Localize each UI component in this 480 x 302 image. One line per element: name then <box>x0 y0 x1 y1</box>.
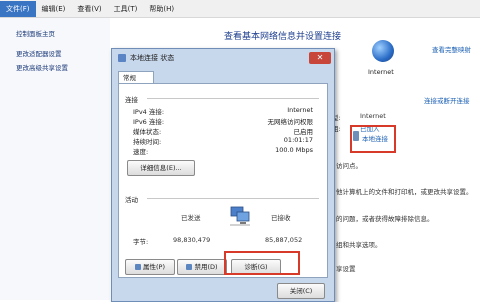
dialog-title-bar[interactable]: 本地连接 状态 ✕ <box>112 49 334 67</box>
duration-value: 01:01:17 <box>283 136 313 144</box>
page-title: 查看基本网络信息并设置连接 <box>224 32 342 42</box>
menu-help[interactable]: 帮助(H) <box>143 1 180 17</box>
access-type-value: Internet <box>360 112 386 120</box>
ipv4-label: IPv4 连接: <box>133 108 165 116</box>
media-state-value: 已启用 <box>293 128 314 136</box>
partial-text-2: 他计算机上的文件和打印机，或更改共享设置。 <box>336 188 473 196</box>
control-panel-home-link[interactable]: 控制面板主页 <box>16 28 55 38</box>
menu-bar: 文件(F) 编辑(E) 查看(V) 工具(T) 帮助(H) <box>0 0 480 18</box>
bytes-received-value: 85,887,052 <box>265 236 303 244</box>
media-state-label: 媒体状态: <box>133 128 162 136</box>
highlight-box-diagnose <box>224 251 300 275</box>
dialog-title: 本地连接 状态 <box>130 54 175 62</box>
menu-view[interactable]: 查看(V) <box>71 1 107 17</box>
duration-label: 持续时间: <box>133 138 162 146</box>
partial-text-5: 享设置 <box>336 265 356 273</box>
sent-label: 已发送 <box>181 214 201 222</box>
menu-tools[interactable]: 工具(T) <box>108 1 144 17</box>
received-label: 已接收 <box>271 214 291 222</box>
speed-label: 速度: <box>133 148 149 156</box>
ipv4-value: Internet <box>287 106 313 114</box>
speed-value: 100.0 Mbps <box>275 146 313 154</box>
details-label: 详细信息(E)... <box>140 164 182 172</box>
bytes-sent-value: 98,830,479 <box>173 236 211 244</box>
local-connection-link[interactable]: 本地连接 <box>362 133 388 143</box>
shield-icon <box>186 264 193 270</box>
close-button[interactable]: 关闭(C) <box>277 283 325 299</box>
view-full-map-link[interactable]: 查看完整映射 <box>432 44 471 54</box>
menu-file[interactable]: 文件(F) <box>0 0 36 17</box>
shield-icon <box>135 264 141 270</box>
close-label: 关闭(C) <box>289 287 313 295</box>
details-button[interactable]: 详细信息(E)... <box>127 160 195 176</box>
partial-text-1: 访问点。 <box>336 162 362 170</box>
partial-text-4: 组和共享选项。 <box>336 241 382 249</box>
disable-label: 禁用(D) <box>194 263 218 271</box>
partial-text-3: 的问题，或者获得故障排除信息。 <box>336 215 434 223</box>
ipv6-label: IPv6 连接: <box>133 118 165 126</box>
change-sharing-settings-link[interactable]: 更改高级共享设置 <box>16 62 68 72</box>
network-activity-icon <box>230 206 250 226</box>
left-pane <box>0 18 120 300</box>
connection-status-dialog: 本地连接 状态 ✕ 常规 连接 IPv4 连接: Internet IPv6 连… <box>111 48 335 302</box>
divider <box>147 198 319 199</box>
connection-section-label: 连接 <box>125 96 138 104</box>
divider <box>147 98 319 99</box>
properties-button[interactable]: 属性(P) <box>125 259 175 275</box>
general-panel: 连接 IPv4 连接: Internet IPv6 连接: 无网络访问权限 媒体… <box>118 83 328 278</box>
internet-globe-icon <box>372 40 394 62</box>
menu-edit[interactable]: 编辑(E) <box>36 1 72 17</box>
bytes-label: 字节: <box>133 238 149 246</box>
ipv6-value: 无网络访问权限 <box>267 118 314 126</box>
properties-label: 属性(P) <box>143 263 165 271</box>
network-icon <box>118 54 126 62</box>
change-adapter-settings-link[interactable]: 更改适配器设置 <box>16 48 62 58</box>
network-adapter-icon <box>353 131 359 141</box>
internet-label: Internet <box>368 68 394 76</box>
close-icon[interactable]: ✕ <box>309 52 331 64</box>
activity-section-label: 活动 <box>125 196 138 204</box>
connect-disconnect-link[interactable]: 连接或断开连接 <box>424 95 470 105</box>
disable-button[interactable]: 禁用(D) <box>177 259 227 275</box>
